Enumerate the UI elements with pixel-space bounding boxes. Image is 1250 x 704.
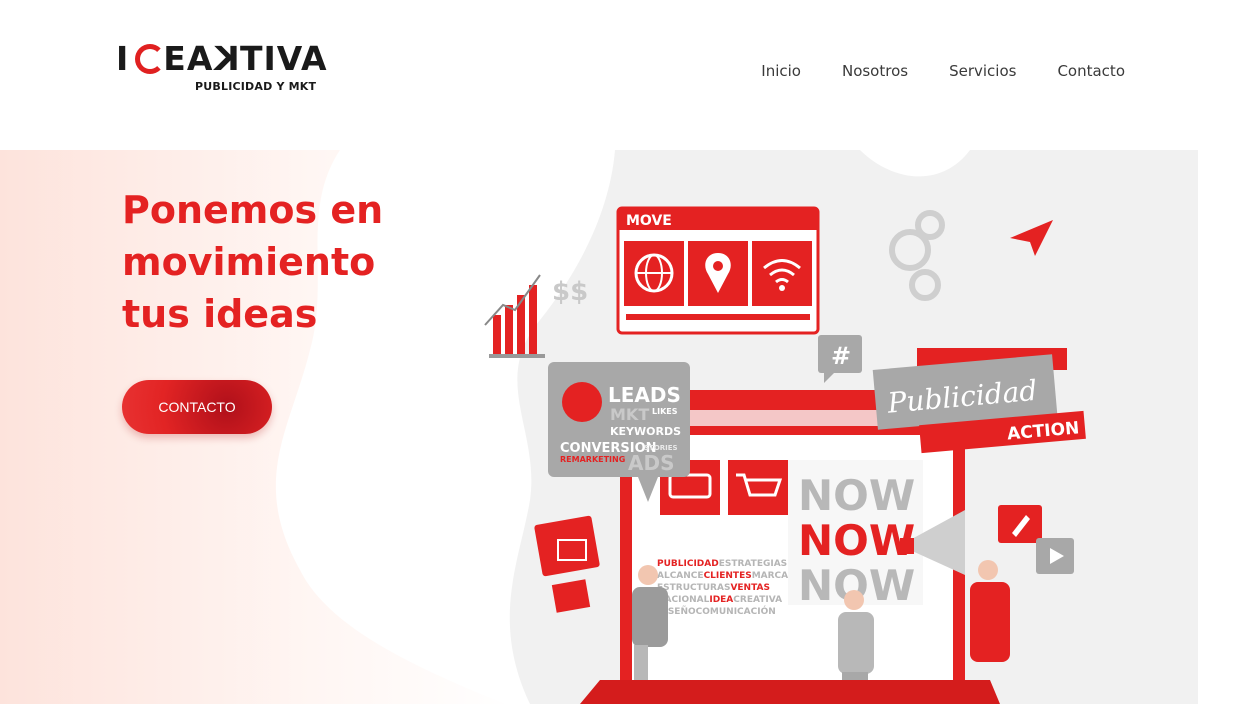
mkt-text: MKT [610, 405, 649, 424]
hashtag-text: # [831, 342, 851, 370]
nav-item-servicios[interactable]: Servicios [949, 62, 1016, 80]
laptop-base [580, 680, 1000, 704]
hero-title-line: Ponemos en [122, 188, 384, 232]
nav-item-contacto[interactable]: Contacto [1057, 62, 1125, 80]
logo-letters-ea: EA [163, 39, 214, 78]
svg-text:ALCANCECLIENTESMARCA: ALCANCECLIENTESMARCA [657, 571, 788, 581]
svg-text:DISEÑOCOMUNICACIÓN: DISEÑOCOMUNICACIÓN [657, 605, 776, 617]
likes-text: LIKES [652, 407, 678, 416]
thumbs-up-icon [562, 382, 602, 422]
nav-item-inicio[interactable]: Inicio [761, 62, 801, 80]
brand-logo[interactable]: I EAKTIVA PUBLICIDAD Y MKT [116, 39, 327, 102]
play-icon [1036, 538, 1074, 574]
leads-text: LEADS [608, 383, 681, 407]
contact-button[interactable]: CONTACTO [122, 380, 272, 434]
now-block: NOW NOW NOW [788, 460, 923, 610]
site-header: I EAKTIVA PUBLICIDAD Y MKT Inicio Nosotro… [0, 0, 1250, 130]
logo-letters-tiva: TIVA [239, 39, 328, 78]
remarketing-text: REMARKETING [560, 455, 625, 464]
dollar-signs: $$ [552, 277, 588, 307]
now-text-1: NOW [798, 471, 915, 520]
hero-title-line: movimiento [122, 240, 376, 284]
svg-text:ESTRUCTURASVENTAS: ESTRUCTURASVENTAS [657, 583, 770, 593]
logo-tagline: PUBLICIDAD Y MKT [195, 80, 317, 93]
svg-text:PUBLICIDADESTRATEGIAS: PUBLICIDADESTRATEGIAS [657, 559, 787, 569]
rocket-icon [998, 505, 1042, 543]
logo-ring-icon [135, 44, 165, 74]
svg-text:NACIONALIDEACREATIVA: NACIONALIDEACREATIVA [657, 595, 782, 605]
logo-letter-k: K [213, 39, 240, 78]
now-text-2: NOW [798, 516, 915, 565]
main-nav: Inicio Nosotros Servicios Contacto [761, 62, 1125, 80]
growth-chart-icon [484, 274, 545, 358]
keywords-text: KEYWORDS [610, 425, 681, 438]
marketing-illustration: $$ MOVE # NOW NOW NOW PUBLICIDADESTRATEG… [484, 150, 1198, 704]
nav-item-nosotros[interactable]: Nosotros [842, 62, 908, 80]
word-cloud: PUBLICIDADESTRATEGIAS ALCANCECLIENTESMAR… [657, 559, 788, 617]
hero-title: Ponemos en movimiento tus ideas [122, 184, 422, 340]
logo-letter-i: I [116, 39, 130, 78]
move-label: MOVE [626, 213, 672, 229]
ads-text: ADS [628, 451, 674, 475]
hero-title-line: tus ideas [122, 292, 318, 336]
move-window: MOVE [616, 206, 820, 335]
